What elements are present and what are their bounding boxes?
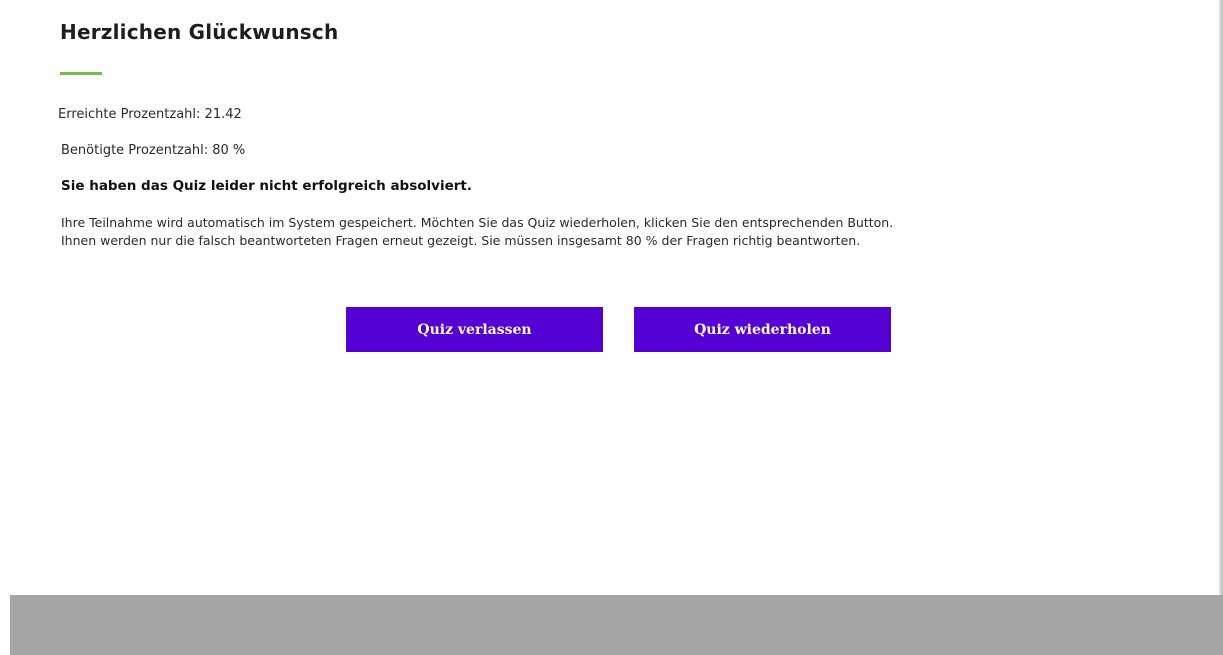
footer-bar xyxy=(10,595,1223,655)
info-text: Ihre Teilnahme wird automatisch im Syste… xyxy=(61,214,1201,250)
required-percentage: Benötigte Prozentzahl: 80 % xyxy=(61,143,246,158)
info-text-line: Ihre Teilnahme wird automatisch im Syste… xyxy=(61,215,894,230)
retry-quiz-button[interactable]: Quiz wiederholen xyxy=(634,307,891,352)
quiz-result-panel: Herzlichen Glückwunsch Erreichte Prozent… xyxy=(0,0,1218,595)
panel-edge-shadow xyxy=(1219,0,1223,595)
page-title: Herzlichen Glückwunsch xyxy=(60,20,339,44)
leave-quiz-button[interactable]: Quiz verlassen xyxy=(346,307,603,352)
info-text-line: Ihnen werden nur die falsch beantwortete… xyxy=(61,233,861,248)
result-message: Sie haben das Quiz leider nicht erfolgre… xyxy=(61,178,472,194)
title-accent-bar xyxy=(60,72,102,75)
achieved-percentage: Erreichte Prozentzahl: 21.42 xyxy=(58,107,242,122)
